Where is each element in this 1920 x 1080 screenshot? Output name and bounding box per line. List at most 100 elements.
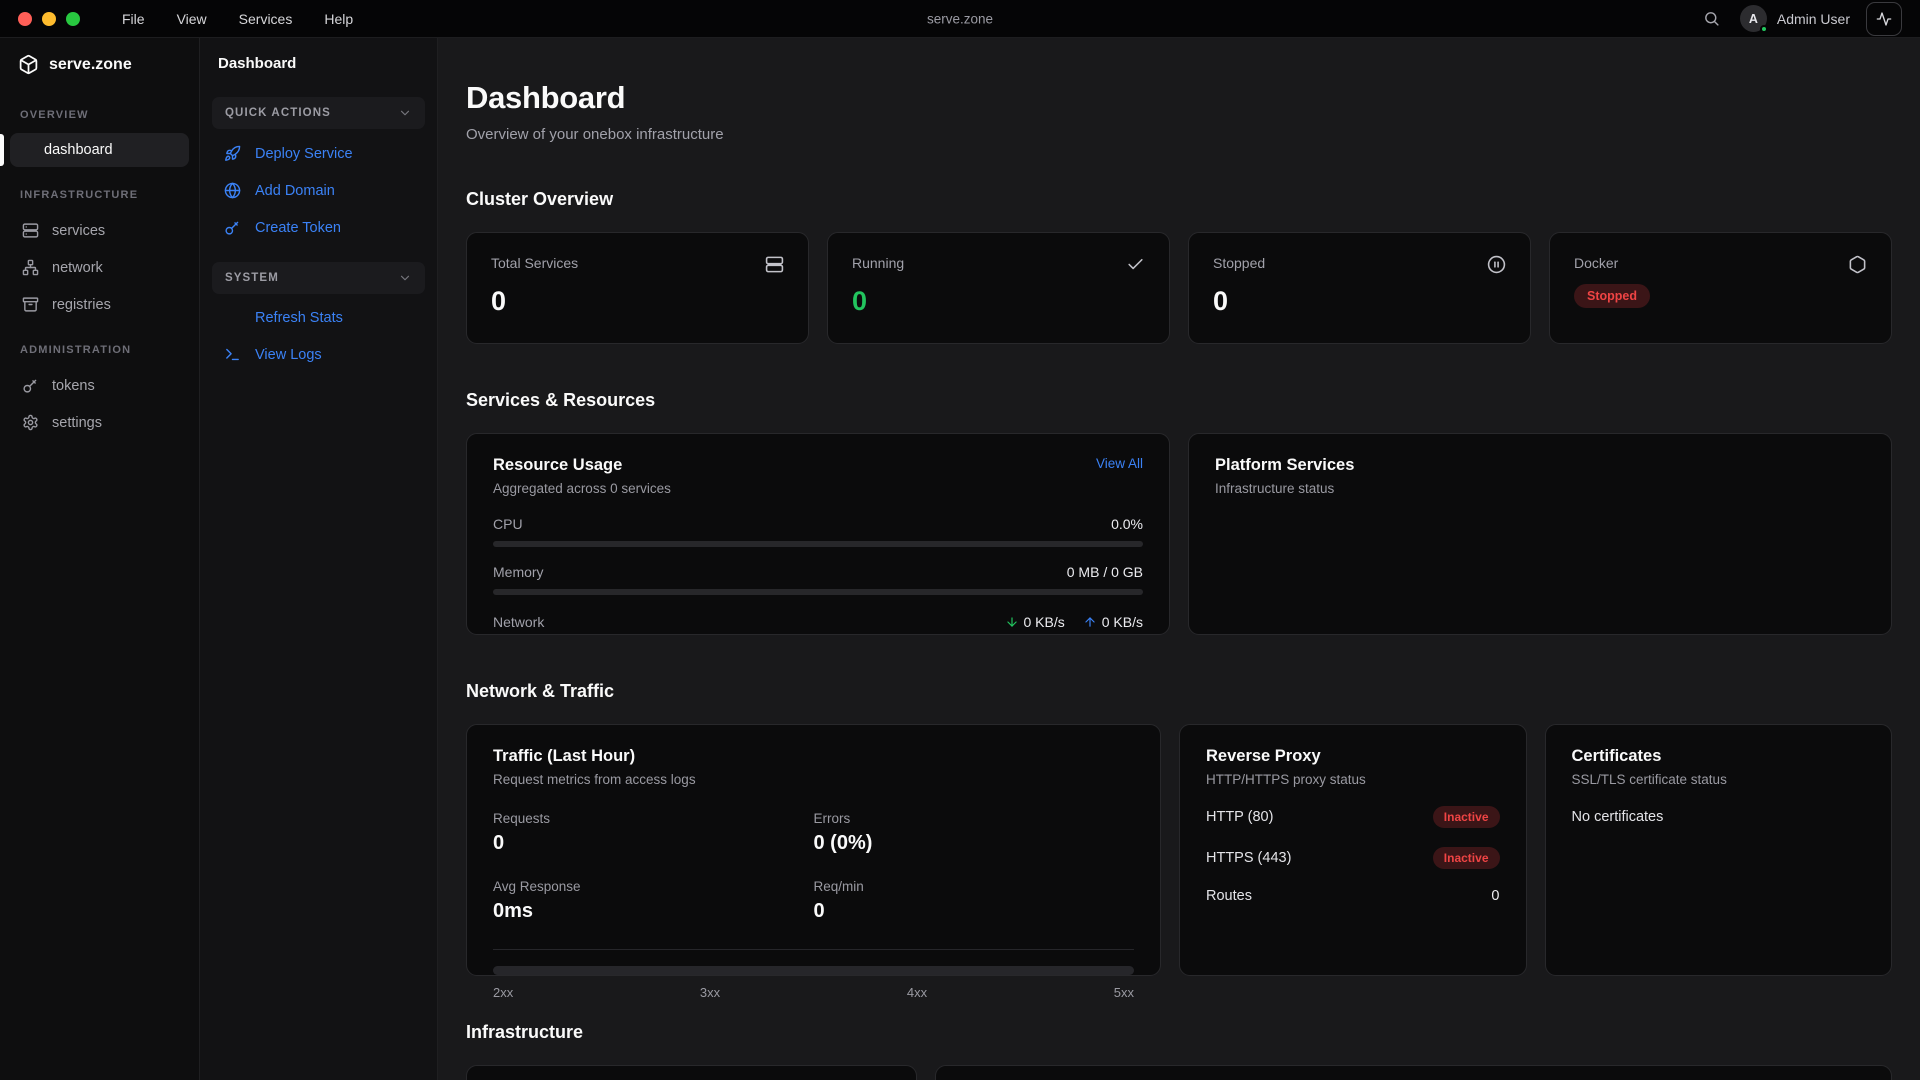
stat-value: 0 [493, 832, 814, 855]
archive-icon [22, 296, 39, 313]
maximize-window-button[interactable] [66, 12, 80, 26]
divider [493, 949, 1134, 950]
sidebar-item-label: services [52, 223, 105, 239]
sidebar-item-label: settings [52, 415, 102, 431]
action-label: Refresh Stats [255, 310, 343, 326]
card-traffic: Traffic (Last Hour) Request metrics from… [466, 724, 1161, 976]
card-stopped: Stopped 0 [1188, 232, 1531, 344]
brand[interactable]: serve.zone [0, 38, 199, 89]
traffic-stat-requests: Requests 0 [493, 811, 814, 855]
card-title: Resource Usage [493, 456, 622, 475]
stat-value: 0ms [493, 900, 814, 923]
cpu-label: CPU [493, 516, 523, 532]
menu-file[interactable]: File [110, 6, 157, 32]
action-label: Create Token [255, 220, 341, 236]
sidebar-item-settings[interactable]: settings [10, 405, 189, 440]
avatar: A [1740, 5, 1767, 32]
stat-label: Docker [1574, 255, 1618, 271]
action-view-logs[interactable]: View Logs [200, 336, 437, 373]
search-icon[interactable] [1699, 6, 1724, 31]
rocket-icon [224, 145, 242, 162]
bucket-4xx: 4xx [907, 985, 927, 1000]
nav-section-administration: ADMINISTRATION [0, 324, 199, 366]
network-up-value: 0 KB/s [1102, 614, 1143, 630]
sidebar-item-dashboard[interactable]: dashboard [10, 133, 189, 167]
stat-value: 0 (0%) [814, 832, 1135, 855]
cpu-progressbar [493, 541, 1143, 547]
group-header-system[interactable]: SYSTEM [212, 262, 425, 294]
section-heading-cluster: Cluster Overview [466, 189, 1892, 210]
sidebar-item-label: dashboard [44, 142, 113, 158]
menu-services[interactable]: Services [227, 6, 305, 32]
proxy-row-http: HTTP (80) Inactive [1206, 806, 1500, 828]
card-resource-usage: Resource Usage View All Aggregated acros… [466, 433, 1170, 635]
menubar: File View Services Help serve.zone A Adm… [0, 0, 1920, 38]
view-all-link[interactable]: View All [1096, 456, 1143, 471]
proxy-row-routes: Routes 0 [1206, 888, 1500, 904]
sidebar-item-label: network [52, 260, 103, 276]
card-total-services: Total Services 0 [466, 232, 809, 344]
app-menus: File View Services Help [110, 6, 365, 32]
menu-help[interactable]: Help [312, 6, 365, 32]
status-badge: Stopped [1574, 284, 1650, 308]
stat-label: Req/min [814, 879, 1135, 894]
gear-icon [22, 414, 39, 431]
action-label: Deploy Service [255, 146, 353, 162]
online-status-dot [1760, 25, 1768, 33]
group-label: QUICK ACTIONS [225, 107, 331, 119]
sidebar-item-label: registries [52, 297, 111, 313]
user-menu[interactable]: A Admin User [1740, 5, 1850, 32]
server-icon [22, 222, 39, 239]
primary-sidebar: serve.zone OVERVIEW dashboard INFRASTRUC… [0, 38, 200, 1080]
chevron-down-icon [398, 271, 412, 285]
hexagon-icon [1848, 255, 1867, 274]
server-icon [765, 255, 784, 274]
minimize-window-button[interactable] [42, 12, 56, 26]
card-running: Running 0 [827, 232, 1170, 344]
key-icon [224, 219, 242, 236]
card-platform-services: Platform Services Infrastructure status [1188, 433, 1892, 635]
secondary-panel: Dashboard QUICK ACTIONS Deploy Service A… [200, 38, 438, 1080]
action-deploy-service[interactable]: Deploy Service [200, 135, 437, 172]
activity-button[interactable] [1866, 2, 1902, 36]
card-dns-ssl: DNS & SSL Configuration status [466, 1065, 917, 1080]
card-title: Platform Services [1215, 456, 1865, 475]
proxy-value: 0 [1491, 888, 1499, 904]
section-heading-infrastructure: Infrastructure [466, 1022, 1892, 1043]
card-title: Reverse Proxy [1206, 747, 1500, 766]
arrow-up-icon [1083, 615, 1097, 629]
chevron-down-icon [398, 106, 412, 120]
window-title: serve.zone [927, 11, 993, 26]
sidebar-item-registries[interactable]: registries [10, 287, 189, 322]
card-subtitle: Request metrics from access logs [493, 772, 1134, 787]
action-add-domain[interactable]: Add Domain [200, 172, 437, 209]
proxy-label: Routes [1206, 888, 1252, 904]
stat-value: 0 [852, 286, 1145, 317]
action-refresh-stats[interactable]: Refresh Stats [200, 300, 437, 336]
card-docker: Docker Stopped [1549, 232, 1892, 344]
sidebar-item-network[interactable]: network [10, 250, 189, 285]
stat-value: 0 [1213, 286, 1506, 317]
stat-value: 0 [814, 900, 1135, 923]
terminal-icon [224, 346, 242, 363]
globe-icon [224, 182, 242, 199]
network-label: Network [493, 614, 544, 630]
stat-label: Avg Response [493, 879, 814, 894]
group-header-quick-actions[interactable]: QUICK ACTIONS [212, 97, 425, 129]
action-create-token[interactable]: Create Token [200, 209, 437, 246]
status-code-bar [493, 966, 1134, 975]
bucket-2xx: 2xx [493, 985, 513, 1000]
sidebar-item-services[interactable]: services [10, 213, 189, 248]
stat-label: Requests [493, 811, 814, 826]
proxy-row-https: HTTPS (443) Inactive [1206, 847, 1500, 869]
card-subtitle: Infrastructure status [1215, 481, 1865, 496]
window-controls [18, 12, 80, 26]
section-heading-services: Services & Resources [466, 390, 1892, 411]
sidebar-item-tokens[interactable]: tokens [10, 368, 189, 403]
close-window-button[interactable] [18, 12, 32, 26]
card-subtitle: SSL/TLS certificate status [1572, 772, 1866, 787]
stat-label: Errors [814, 811, 1135, 826]
menu-view[interactable]: View [165, 6, 219, 32]
page-title: Dashboard [466, 80, 1892, 116]
nav-section-infrastructure: INFRASTRUCTURE [0, 169, 199, 211]
